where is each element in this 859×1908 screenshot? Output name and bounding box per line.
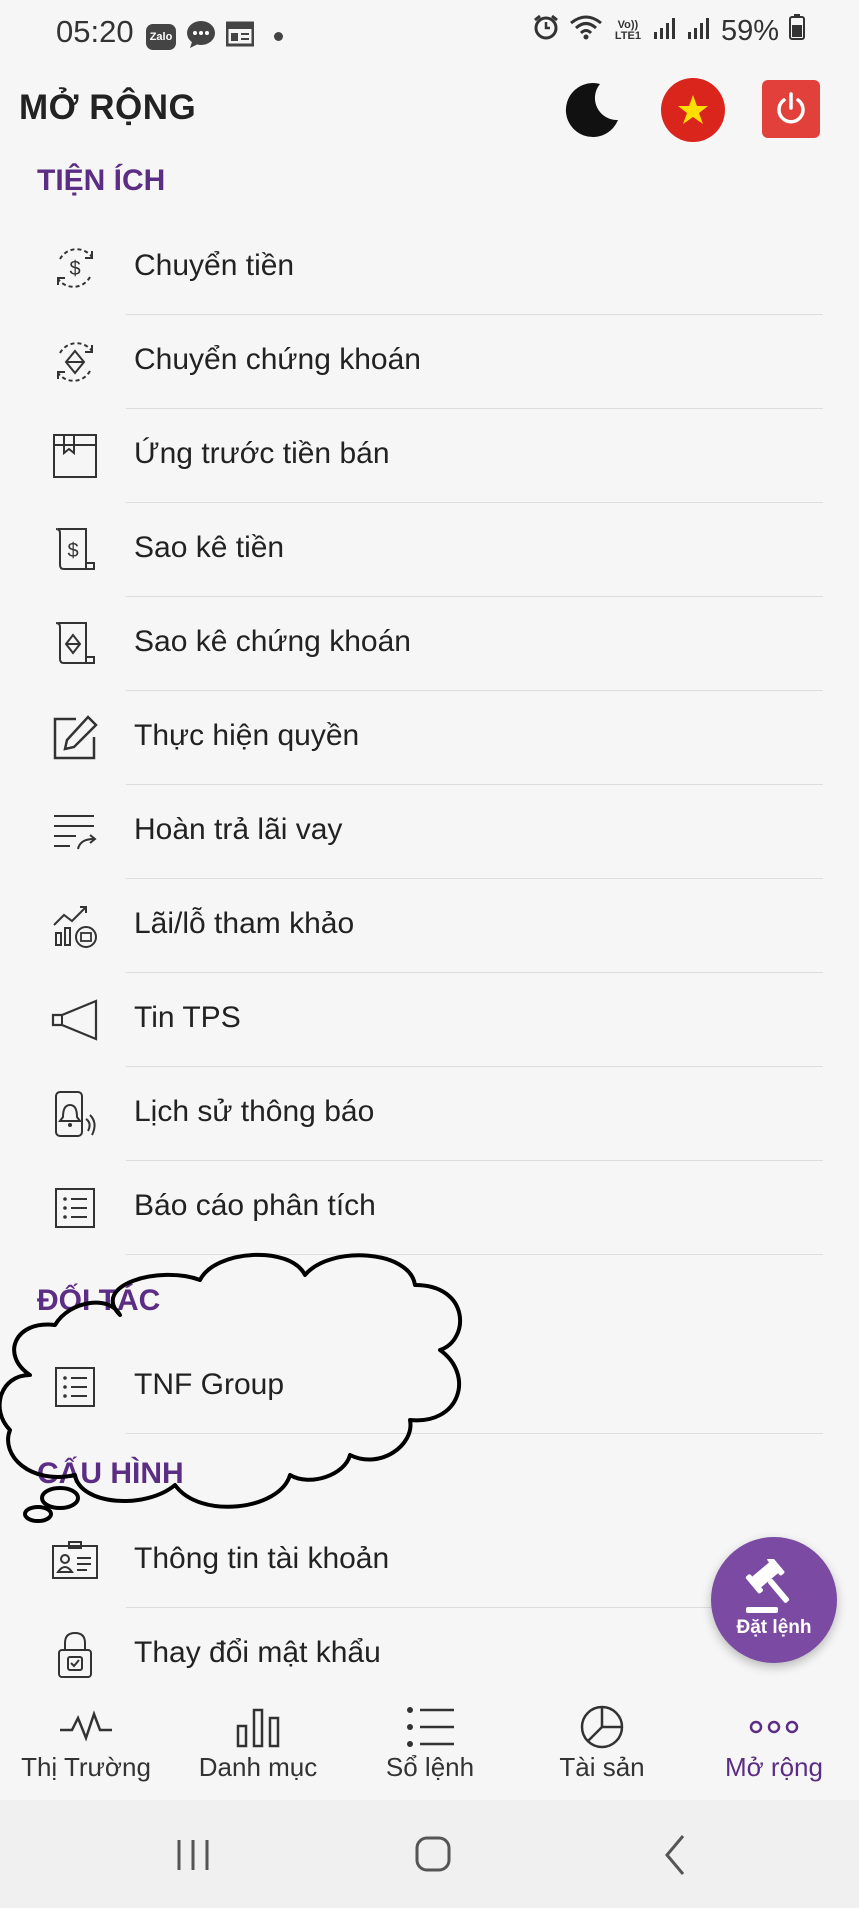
megaphone-icon: [51, 999, 98, 1041]
list-icon: [55, 1367, 95, 1407]
bar-chart-icon: [236, 1708, 280, 1748]
section-title-tien-ich: TIỆN ÍCH: [37, 164, 166, 197]
status-time: 05:20: [56, 14, 134, 49]
tab-label: Mở rộng: [725, 1752, 823, 1782]
menu-item-sao-ke-tien[interactable]: $ Sao kê tiền: [0, 503, 859, 597]
tab-tai-san[interactable]: Tài sản: [516, 1690, 688, 1800]
svg-text:$: $: [67, 540, 78, 562]
notification-history-icon: [55, 1091, 96, 1137]
menu-item-bao-cao-phan-tich[interactable]: Báo cáo phân tích: [0, 1161, 859, 1255]
dark-mode-button[interactable]: [560, 78, 624, 142]
divider: [126, 1433, 823, 1434]
section-title-doi-tac: ĐỐI TÁC: [37, 1284, 161, 1317]
more-icon: [749, 1720, 799, 1734]
vietnam-flag-icon: [678, 95, 708, 124]
tab-label: Tài sản: [559, 1752, 645, 1782]
edit-icon: [53, 715, 98, 760]
notification-dot-icon: [274, 32, 283, 41]
menu-item-chuyen-tien[interactable]: $ Chuyển tiền: [0, 221, 859, 315]
signal-icon: [687, 15, 711, 48]
bottom-nav: Thị Trường Danh mục Sổ lệnh Tài sản Mở r…: [0, 1690, 859, 1800]
menu-item-label: Thay đổi mật khẩu: [134, 1636, 381, 1669]
menu-item-sao-ke-chung-khoan[interactable]: Sao kê chứng khoán: [0, 597, 859, 691]
battery-text: 59%: [720, 14, 779, 47]
menu-item-label: Báo cáo phân tích: [134, 1189, 376, 1222]
tab-label: Danh mục: [198, 1752, 318, 1782]
zalo-icon: Zalo: [146, 23, 176, 50]
menu-item-label: Chuyển tiền: [134, 249, 295, 282]
moon-icon: [565, 83, 618, 138]
gavel-icon: [745, 1559, 790, 1613]
menu-item-lai-lo-tham-khao[interactable]: Lãi/lỗ tham khảo: [0, 879, 859, 973]
section-title-cau-hinh: CẤU HÌNH: [37, 1457, 184, 1490]
calendar-icon: [225, 21, 255, 52]
profit-chart-icon: [53, 906, 97, 948]
menu-item-ung-truoc-tien-ban[interactable]: Ứng trước tiền bán: [0, 409, 859, 503]
tab-thi-truong[interactable]: Thị Trường: [0, 1690, 172, 1800]
svg-text:$: $: [69, 258, 80, 280]
menu-item-label: Ứng trước tiền bán: [134, 437, 390, 470]
signal-icon: [653, 15, 677, 48]
battery-icon: [789, 14, 805, 48]
menu-item-label: Thông tin tài khoản: [134, 1542, 390, 1575]
menu-item-label: Lịch sử thông báo: [134, 1095, 375, 1128]
recents-icon[interactable]: [163, 1830, 223, 1880]
tab-mo-rong[interactable]: Mở rộng: [688, 1690, 859, 1800]
menu-item-chuyen-chung-khoan[interactable]: Chuyển chứng khoán: [0, 315, 859, 409]
power-icon: [777, 92, 805, 124]
tab-label: Sổ lệnh: [385, 1752, 475, 1782]
securities-statement-icon: [55, 622, 95, 664]
menu-item-label: TNF Group: [134, 1368, 285, 1401]
tab-so-lenh[interactable]: Sổ lệnh: [344, 1690, 516, 1800]
menu-item-thuc-hien-quyen[interactable]: Thực hiện quyền: [0, 691, 859, 785]
repay-list-icon: [54, 815, 97, 850]
menu-item-label: Thực hiện quyền: [134, 719, 360, 752]
tab-label: Thị Trường: [21, 1752, 151, 1782]
menu-item-lich-su-thong-bao[interactable]: Lịch sử thông báo: [0, 1067, 859, 1161]
id-card-icon: [52, 1541, 98, 1579]
wifi-icon: [569, 14, 603, 48]
order-list-icon: [407, 1707, 454, 1747]
menu-item-label: Hoàn trả lãi vay: [134, 813, 343, 846]
menu-item-label: Sao kê chứng khoán: [134, 625, 411, 658]
menu-item-tin-tps[interactable]: Tin TPS: [0, 973, 859, 1067]
messenger-icon: [186, 20, 216, 53]
status-bar: 05:20 Zalo Vo)) LTE1 59%: [0, 0, 859, 70]
securities-transfer-icon: [57, 342, 93, 382]
volte-icon: Vo)) LTE1: [614, 19, 641, 42]
lock-icon: [58, 1631, 92, 1678]
menu-item-label: Lãi/lỗ tham khảo: [134, 907, 355, 940]
menu-item-label: Sao kê tiền: [134, 531, 285, 564]
menu-item-tnf-group[interactable]: TNF Group: [0, 1340, 859, 1434]
tab-danh-muc[interactable]: Danh mục: [172, 1690, 344, 1800]
back-icon[interactable]: [645, 1830, 705, 1880]
logout-button[interactable]: [762, 80, 820, 138]
pulse-icon: [60, 1710, 112, 1742]
advance-payment-icon: [53, 434, 97, 478]
money-transfer-icon: $: [57, 248, 93, 288]
cash-statement-icon: $: [55, 528, 95, 570]
place-order-button[interactable]: Đặt lệnh: [711, 1537, 837, 1663]
language-button[interactable]: [661, 78, 725, 142]
alarm-icon: [533, 14, 559, 48]
place-order-label: Đặt lệnh: [736, 1617, 812, 1638]
menu-item-label: Tin TPS: [134, 1001, 241, 1034]
list-icon: [55, 1188, 95, 1228]
system-nav-bar: [0, 1800, 859, 1908]
home-icon[interactable]: [403, 1830, 463, 1880]
page-title: MỞ RỘNG: [19, 88, 197, 127]
menu-item-label: Chuyển chứng khoán: [134, 343, 421, 376]
menu-item-hoan-tra-lai-vay[interactable]: Hoàn trả lãi vay: [0, 785, 859, 879]
pie-chart-icon: [580, 1705, 624, 1749]
divider: [126, 1254, 823, 1255]
header: MỞ RỘNG: [0, 70, 859, 150]
